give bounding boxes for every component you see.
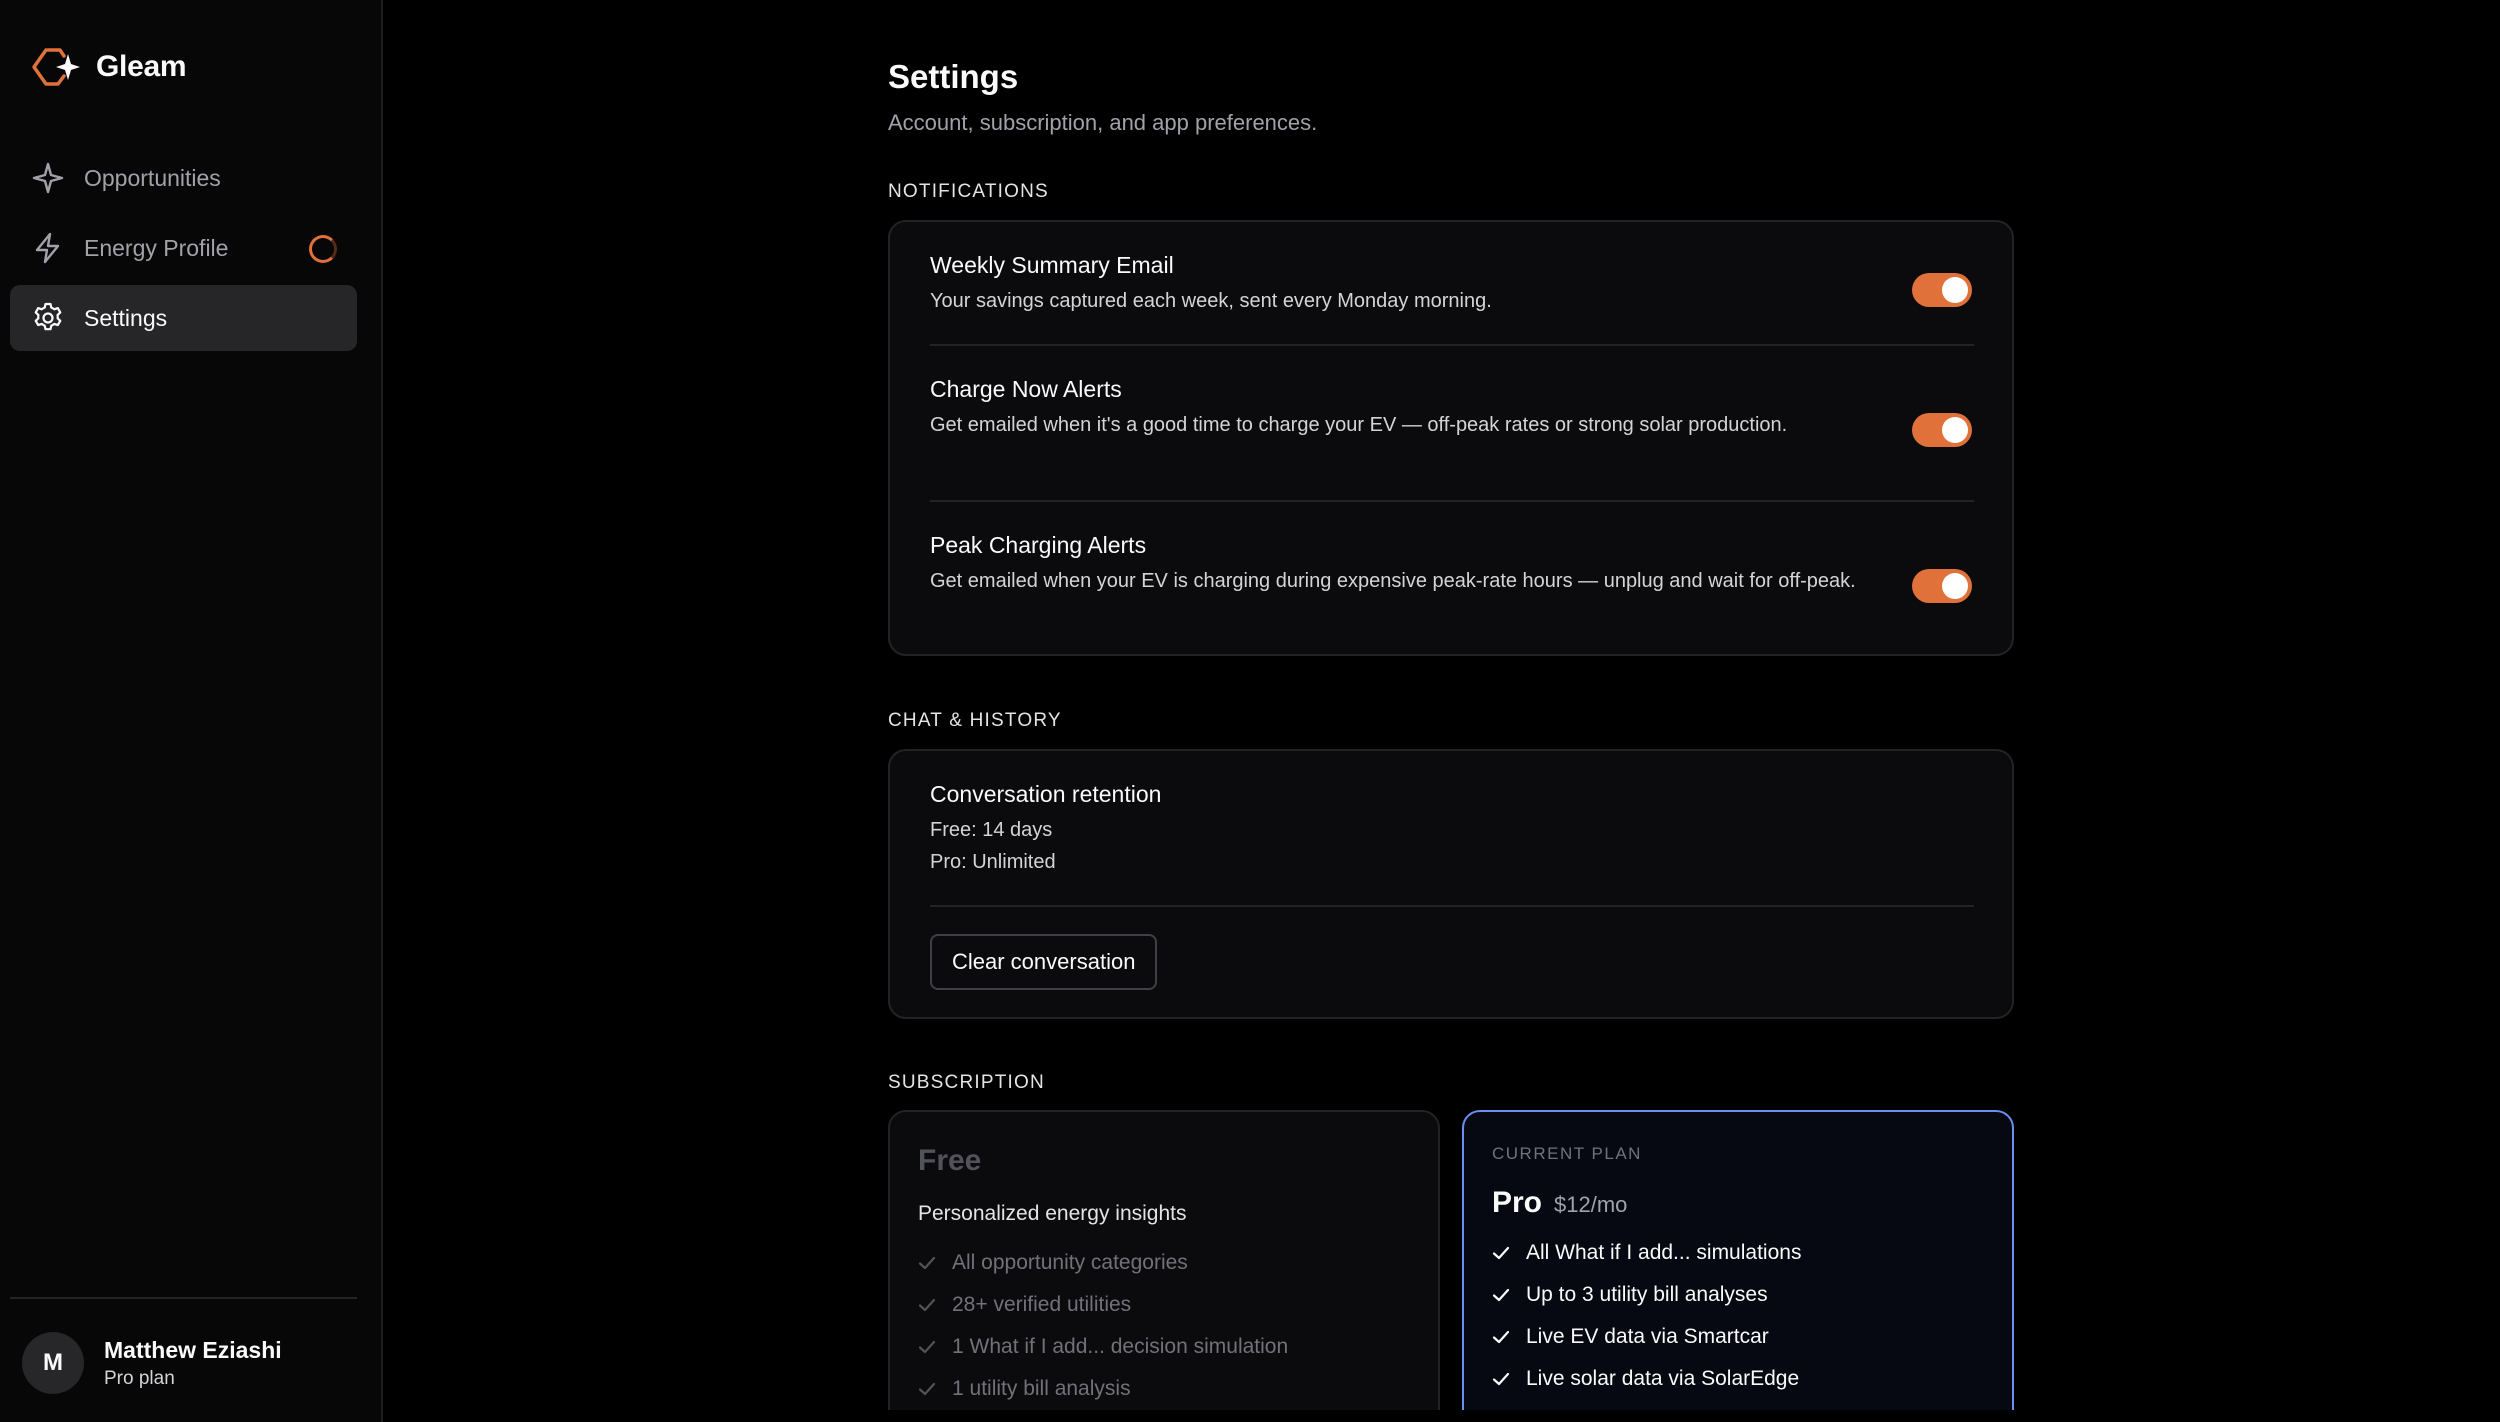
plan-tagline: Personalized energy insights [918, 1202, 1187, 1225]
toggle-knob [1942, 277, 1968, 303]
notification-peak-charging: Peak Charging Alerts Get emailed when yo… [930, 532, 1974, 597]
plan-features: All opportunity categories 28+ verified … [918, 1242, 1288, 1410]
check-icon [918, 1256, 936, 1270]
notification-title: Charge Now Alerts [930, 376, 1122, 402]
notification-title: Weekly Summary Email [930, 252, 1174, 278]
feature-item: 28+ verified utilities [918, 1284, 1288, 1326]
notification-description: Your savings captured each week, sent ev… [930, 290, 1492, 312]
notification-weekly-summary: Weekly Summary Email Your savings captur… [930, 252, 1974, 317]
plan-name: Free [918, 1144, 982, 1177]
row-divider [930, 344, 1974, 346]
user-name: Matthew Eziashi [104, 1336, 282, 1363]
page-subtitle: Account, subscription, and app preferenc… [888, 110, 1318, 135]
plans-container: Free Personalized energy insights All op… [888, 1110, 2014, 1410]
gear-icon [30, 300, 66, 336]
feature-item: 1 utility bill analysis [918, 1368, 1288, 1410]
check-icon [1492, 1288, 1510, 1302]
plan-features: All What if I add... simulations Up to 3… [1492, 1232, 1801, 1400]
brand-name: Gleam [96, 50, 187, 83]
retention-free: Free: 14 days [930, 819, 1053, 841]
check-icon [918, 1382, 936, 1396]
retention-pro: Pro: Unlimited [930, 851, 1056, 873]
loading-ring-icon [309, 235, 337, 263]
chat-history-card: Conversation retention Free: 14 days Pro… [888, 749, 2014, 1019]
brand[interactable]: Gleam [30, 44, 187, 90]
current-plan-label: CURRENT PLAN [1492, 1144, 1642, 1163]
feature-item: All What if I add... simulations [1492, 1232, 1801, 1274]
sidebar: Gleam Opportunities Energy Profile Setti… [0, 0, 383, 1422]
peak-charging-toggle[interactable] [1912, 569, 1972, 603]
plan-name: Pro [1492, 1186, 1543, 1219]
feature-item: 1 What if I add... decision simulation [918, 1326, 1288, 1368]
avatar: M [22, 1332, 84, 1394]
retention-title: Conversation retention [930, 781, 1162, 807]
sidebar-item-energy-profile[interactable]: Energy Profile [10, 215, 357, 281]
plan-price: $12/mo [1554, 1192, 1628, 1217]
sidebar-item-label: Energy Profile [84, 234, 229, 261]
user-plan: Pro plan [104, 1367, 175, 1389]
toggle-knob [1942, 573, 1968, 599]
plan-card-free[interactable]: Free Personalized energy insights All op… [888, 1110, 1440, 1410]
user-profile[interactable]: M Matthew Eziashi Pro plan [22, 1332, 282, 1394]
sparkle-icon [30, 160, 66, 196]
lightning-icon [30, 230, 66, 266]
feature-item: Live solar data via SolarEdge [1492, 1358, 1801, 1400]
sidebar-nav: Opportunities Energy Profile Settings [10, 145, 357, 355]
check-icon [1492, 1246, 1510, 1260]
sidebar-item-settings[interactable]: Settings [10, 285, 357, 351]
page-title: Settings [888, 58, 1019, 95]
notification-charge-now: Charge Now Alerts Get emailed when it's … [930, 376, 1974, 441]
feature-item: All opportunity categories [918, 1242, 1288, 1284]
section-label-chat-history: CHAT & HISTORY [888, 710, 1062, 731]
section-label-subscription: SUBSCRIPTION [888, 1072, 1045, 1093]
check-icon [918, 1340, 936, 1354]
clear-conversation-button[interactable]: Clear conversation [930, 934, 1158, 990]
sidebar-item-label: Opportunities [84, 164, 221, 191]
notification-description: Get emailed when your EV is charging dur… [930, 570, 1856, 592]
check-icon [918, 1298, 936, 1312]
sidebar-item-opportunities[interactable]: Opportunities [10, 145, 357, 211]
notifications-card: Weekly Summary Email Your savings captur… [888, 220, 2014, 656]
plan-card-pro[interactable]: CURRENT PLAN Pro $12/mo All What if I ad… [1462, 1110, 2014, 1410]
section-label-notifications: NOTIFICATIONS [888, 181, 1049, 202]
gleam-logo-icon [32, 48, 80, 86]
sidebar-divider [10, 1297, 357, 1299]
row-divider [930, 905, 1974, 907]
feature-item: Up to 3 utility bill analyses [1492, 1274, 1801, 1316]
check-icon [1492, 1330, 1510, 1344]
main-content: Settings Account, subscription, and app … [385, 0, 2500, 1422]
sidebar-item-label: Settings [84, 304, 168, 331]
check-icon [1492, 1372, 1510, 1386]
toggle-knob [1942, 417, 1968, 443]
conversation-retention: Conversation retention Free: 14 days Pro… [930, 781, 1974, 878]
feature-item: Live EV data via Smartcar [1492, 1316, 1801, 1358]
charge-now-toggle[interactable] [1912, 413, 1972, 447]
notification-title: Peak Charging Alerts [930, 532, 1147, 558]
weekly-summary-toggle[interactable] [1912, 273, 1972, 307]
notification-description: Get emailed when it's a good time to cha… [930, 414, 1788, 436]
row-divider [930, 500, 1974, 502]
